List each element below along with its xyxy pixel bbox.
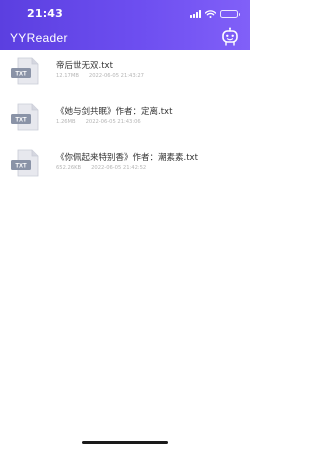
robot-icon[interactable] bbox=[220, 27, 240, 47]
file-type-label: TXT bbox=[15, 118, 27, 124]
file-type-label: TXT bbox=[15, 72, 27, 78]
battery-icon bbox=[220, 10, 240, 18]
txt-file-icon: TXT bbox=[11, 149, 39, 177]
system-icons bbox=[190, 9, 240, 19]
wifi-icon bbox=[205, 10, 216, 18]
file-meta: 1.26MB 2022-06-05 21:43:06 bbox=[56, 119, 141, 125]
status-bar: 21:43 bbox=[0, 0, 250, 24]
txt-file-icon: TXT bbox=[11, 57, 39, 85]
txt-file-icon: TXT bbox=[11, 103, 39, 131]
file-date: 2022-06-05 21:43:06 bbox=[85, 119, 141, 125]
file-item[interactable]: TXT 帝后世无双.txt 12.17MB 2022-06-05 21:43:27 bbox=[0, 50, 250, 96]
file-size: 652.26KB bbox=[56, 165, 82, 171]
app-header: 21:43 YYReader bbox=[0, 0, 250, 50]
file-size: 1.26MB bbox=[56, 119, 76, 125]
app-title: YYReader bbox=[10, 31, 68, 45]
file-item[interactable]: TXT 《你佩起来特别香》作者：潮素素.txt 652.26KB 2022-06-… bbox=[0, 142, 250, 188]
file-type-label: TXT bbox=[15, 164, 27, 170]
file-meta: 12.17MB 2022-06-05 21:43:27 bbox=[56, 73, 144, 79]
status-time: 21:43 bbox=[27, 7, 64, 20]
file-name: 《她与剑共眠》作者：定离.txt bbox=[56, 107, 173, 117]
file-size: 12.17MB bbox=[56, 73, 79, 79]
file-name: 《你佩起来特别香》作者：潮素素.txt bbox=[56, 153, 198, 163]
home-indicator[interactable] bbox=[82, 441, 168, 444]
signal-icon bbox=[190, 10, 201, 18]
file-date: 2022-06-05 21:42:52 bbox=[91, 165, 147, 171]
file-list: TXT 帝后世无双.txt 12.17MB 2022-06-05 21:43:27… bbox=[0, 50, 250, 188]
file-name: 帝后世无双.txt bbox=[56, 61, 113, 71]
file-item[interactable]: TXT 《她与剑共眠》作者：定离.txt 1.26MB 2022-06-05 21… bbox=[0, 96, 250, 142]
file-meta: 652.26KB 2022-06-05 21:42:52 bbox=[56, 165, 146, 171]
file-date: 2022-06-05 21:43:27 bbox=[88, 73, 144, 79]
